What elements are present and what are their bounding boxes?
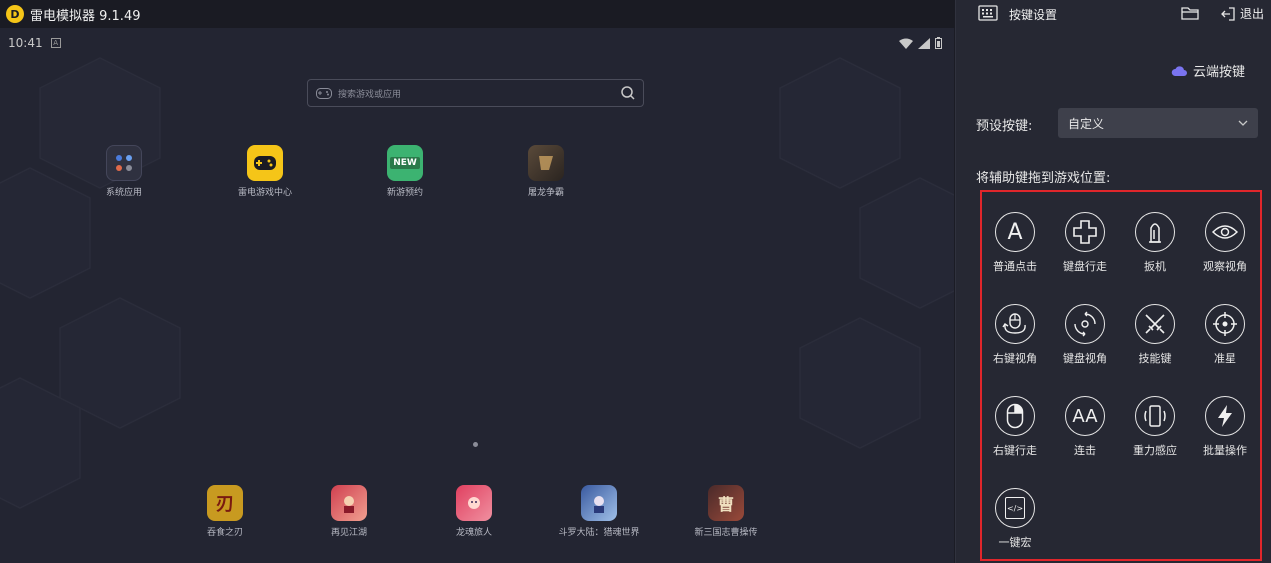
dpad-cross-icon bbox=[1065, 212, 1105, 252]
dock-app-longhun[interactable]: 龙魂旅人 bbox=[424, 485, 524, 538]
app-system[interactable]: 系统应用 bbox=[74, 145, 174, 198]
crossed-swords-icon bbox=[1135, 304, 1175, 344]
app-label: 屠龙争霸 bbox=[527, 188, 564, 198]
tool-keyboard-walk[interactable]: 键盘行走 bbox=[1050, 212, 1120, 274]
app-title: 雷电模拟器 9.1.49 bbox=[30, 8, 141, 24]
dock-app-douluo[interactable]: 斗罗大陆：猎魂世界 bbox=[549, 485, 649, 538]
title-bar: D 雷电模拟器 9.1.49 bbox=[0, 0, 955, 28]
panel-header: 按键设置 退出 bbox=[956, 0, 1271, 28]
tool-batch-operation[interactable]: 批量操作 bbox=[1190, 396, 1260, 458]
app-label: 新游预约 bbox=[386, 188, 423, 198]
tool-label: 扳机 bbox=[1144, 260, 1166, 273]
phone-tilt-icon bbox=[1135, 396, 1175, 436]
trigger-bullet-icon bbox=[1135, 212, 1175, 252]
gamepad-icon bbox=[247, 145, 283, 181]
tool-label: 重力感应 bbox=[1133, 444, 1177, 457]
tool-observe-view[interactable]: 观察视角 bbox=[1190, 212, 1260, 274]
cloud-keys-button[interactable]: 云端按键 bbox=[1171, 61, 1245, 80]
macro-code-icon: </> bbox=[995, 488, 1035, 528]
chevron-down-icon bbox=[1238, 120, 1248, 126]
tool-label: 连击 bbox=[1074, 444, 1096, 457]
game-longhun-icon bbox=[456, 485, 492, 521]
game-douluo-icon bbox=[581, 485, 617, 521]
game-blade-icon: 刃 bbox=[207, 485, 243, 521]
tool-crosshair[interactable]: 准星 bbox=[1190, 304, 1260, 366]
tool-keyboard-view[interactable]: 键盘视角 bbox=[1050, 304, 1120, 366]
battery-icon bbox=[935, 37, 942, 49]
tool-label: 一键宏 bbox=[998, 536, 1032, 549]
mouse-rotate-icon bbox=[995, 304, 1035, 344]
exit-label: 退出 bbox=[1240, 7, 1265, 21]
tool-normal-click[interactable]: A 普通点击 bbox=[980, 212, 1050, 274]
tool-skill-key[interactable]: 技能键 bbox=[1120, 304, 1190, 366]
emulator-screen[interactable]: 10:41 A 搜索游戏或应用 系统应用 雷电游戏中心 NEW 新游预约 屠龙争… bbox=[0, 28, 954, 563]
lightning-icon bbox=[1205, 396, 1245, 436]
tool-label: 普通点击 bbox=[993, 260, 1037, 273]
search-bar[interactable]: 搜索游戏或应用 bbox=[307, 79, 644, 107]
panel-title: 按键设置 bbox=[1009, 8, 1058, 22]
game-caocao-icon: 曹 bbox=[708, 485, 744, 521]
app-label: 龙魂旅人 bbox=[455, 528, 492, 538]
tool-label: 键盘行走 bbox=[1063, 260, 1107, 273]
dock-app-blade[interactable]: 刃 吞食之刃 bbox=[175, 485, 275, 538]
cloud-icon bbox=[1171, 66, 1187, 76]
tool-macro[interactable]: </> 一键宏 bbox=[980, 488, 1050, 550]
app-label: 吞食之刃 bbox=[206, 528, 243, 538]
folder-icon[interactable] bbox=[1181, 5, 1199, 21]
exit-button[interactable]: 退出 bbox=[1220, 5, 1264, 22]
preset-keys-label: 预设按键: bbox=[976, 119, 1033, 134]
dock-app-jianghu[interactable]: 再见江湖 bbox=[299, 485, 399, 538]
exit-icon bbox=[1221, 6, 1235, 21]
gamepad-icon bbox=[316, 87, 332, 99]
letter-a-icon: A bbox=[995, 212, 1035, 252]
background-hexagon-pattern bbox=[0, 57, 954, 509]
search-placeholder: 搜索游戏或应用 bbox=[338, 89, 402, 100]
app-label: 系统应用 bbox=[105, 188, 142, 198]
app-tulong[interactable]: 屠龙争霸 bbox=[496, 145, 596, 198]
tool-label: 键盘视角 bbox=[1063, 352, 1107, 365]
tool-label: 右键行走 bbox=[993, 444, 1037, 457]
ldplayer-logo-icon: D bbox=[6, 5, 24, 23]
eye-icon bbox=[1205, 212, 1245, 252]
tool-trigger[interactable]: 扳机 bbox=[1120, 212, 1190, 274]
game-jianghu-icon bbox=[331, 485, 367, 521]
tool-label: 观察视角 bbox=[1203, 260, 1247, 273]
keyboard-rotate-icon bbox=[1065, 304, 1105, 344]
preset-keys-dropdown[interactable]: 自定义 bbox=[1058, 108, 1258, 138]
page-indicator bbox=[473, 442, 478, 447]
assist-keys-palette: A 普通点击 键盘行走 扳机 观察视角 右键视角 键盘视角 技能键 准星 右键行… bbox=[980, 190, 1262, 561]
double-a-icon: AA bbox=[1065, 396, 1105, 436]
signal-icon bbox=[918, 37, 930, 49]
system-apps-folder-icon bbox=[106, 145, 142, 181]
search-icon[interactable] bbox=[621, 86, 635, 100]
tool-label: 批量操作 bbox=[1203, 444, 1247, 457]
wifi-icon bbox=[899, 38, 913, 49]
app-new-game[interactable]: NEW 新游预约 bbox=[355, 145, 455, 198]
android-status-bar: 10:41 A bbox=[0, 28, 954, 58]
tool-right-mouse-walk[interactable]: 右键行走 bbox=[980, 396, 1050, 458]
app-label: 新三国志曹操传 bbox=[694, 528, 758, 538]
new-badge-icon: NEW bbox=[387, 145, 423, 181]
cloud-keys-label: 云端按键 bbox=[1193, 65, 1246, 80]
game-tulong-icon bbox=[528, 145, 564, 181]
tool-right-mouse-view[interactable]: 右键视角 bbox=[980, 304, 1050, 366]
app-label: 再见江湖 bbox=[330, 528, 367, 538]
dock-app-caocao[interactable]: 曹 新三国志曹操传 bbox=[676, 485, 776, 538]
notification-icon: A bbox=[50, 38, 61, 48]
key-settings-panel: 按键设置 退出 云端按键 预设按键: 自定义 将辅助键拖到游戏位置: A 普通点… bbox=[955, 0, 1271, 563]
status-time: 10:41 bbox=[8, 36, 43, 50]
tool-label: 准星 bbox=[1214, 352, 1236, 365]
app-label: 雷电游戏中心 bbox=[237, 188, 292, 198]
tool-label: 右键视角 bbox=[993, 352, 1037, 365]
crosshair-icon bbox=[1205, 304, 1245, 344]
mouse-icon bbox=[995, 396, 1035, 436]
app-game-center[interactable]: 雷电游戏中心 bbox=[215, 145, 315, 198]
tool-label: 技能键 bbox=[1138, 352, 1172, 365]
tool-combo[interactable]: AA 连击 bbox=[1050, 396, 1120, 458]
tool-gravity-sensor[interactable]: 重力感应 bbox=[1120, 396, 1190, 458]
keyboard-icon bbox=[978, 5, 998, 21]
drag-hint-text: 将辅助键拖到游戏位置: bbox=[976, 171, 1111, 186]
app-label: 斗罗大陆：猎魂世界 bbox=[558, 528, 640, 538]
preset-value: 自定义 bbox=[1068, 116, 1105, 131]
